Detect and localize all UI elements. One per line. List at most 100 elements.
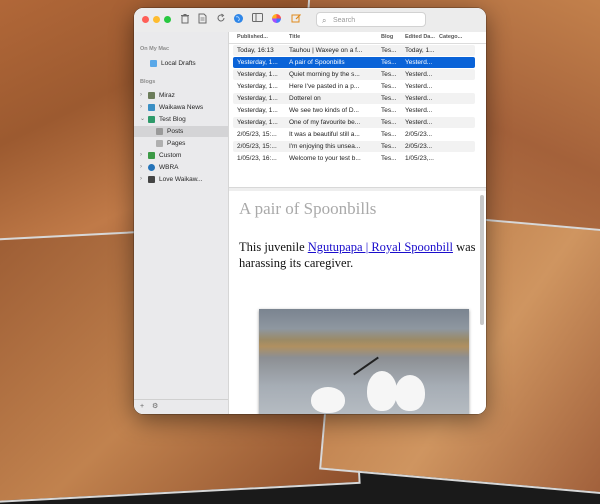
bird-shape <box>395 375 425 411</box>
sidebar-item-posts[interactable]: Posts <box>134 126 228 137</box>
table-row[interactable]: Yesterday, 1... We see two kinds of D... T… <box>233 105 475 116</box>
globe-icon[interactable] <box>232 13 245 26</box>
bird-icon <box>148 176 155 183</box>
cell-title: We see two kinds of D... <box>289 107 359 114</box>
sidebar-bottom-bar: + ⚙︎ <box>134 399 228 414</box>
color-wheel-icon[interactable] <box>270 13 283 26</box>
preview-paragraph: This juvenile Ngutupapa | Royal Spoonbil… <box>239 240 476 270</box>
sidebar-section-blogs: Blogs <box>140 79 156 85</box>
cell-edited: Yesterd... <box>405 59 433 66</box>
bird-shape <box>367 371 397 411</box>
cell-title: Welcome to your test b... <box>289 155 361 162</box>
pages-icon <box>156 140 163 147</box>
column-header-published[interactable]: Published... <box>237 32 268 43</box>
cell-edited: Today, 1... <box>405 47 435 54</box>
cell-edited: 1/05/23,... <box>405 155 434 162</box>
cell-title: Here I've pasted in a p... <box>289 83 360 90</box>
cell-published: Yesterday, 1... <box>237 119 278 126</box>
sidebar-item-local-drafts[interactable]: Local Drafts <box>134 58 228 69</box>
cell-blog: Tes... <box>381 119 397 126</box>
sidebar-item-wbra[interactable]: › WBRA <box>134 162 228 173</box>
preview-scrollbar[interactable] <box>480 195 484 325</box>
cell-blog: Tes... <box>381 95 397 102</box>
table-row[interactable]: Yesterday, 1... Dotterel on Tes... Yesterd.… <box>233 93 475 104</box>
blog-icon <box>148 104 155 111</box>
cell-title: A pair of Spoonbills <box>289 59 345 66</box>
table-row[interactable]: 1/05/23, 16:... Welcome to your test b...… <box>233 153 475 164</box>
compose-icon[interactable] <box>290 13 303 26</box>
sidebar-section-mac: On My Mac <box>140 46 170 52</box>
cell-blog: Tes... <box>381 47 397 54</box>
column-header-title[interactable]: Title <box>289 32 300 43</box>
cell-blog: Tes... <box>381 155 397 162</box>
column-header-category[interactable]: Catego... <box>439 32 462 43</box>
cell-published: Yesterday, 1... <box>237 95 278 102</box>
folder-icon <box>150 60 157 67</box>
cell-edited: Yesterd... <box>405 95 433 102</box>
toolbar: ⌕ Search <box>134 8 486 33</box>
preview-title: A pair of Spoonbills <box>239 199 377 218</box>
list-header: Published... Title Blog Edited Da... Cat… <box>229 32 486 44</box>
cell-published: Today, 16:13 <box>237 47 274 54</box>
chevron-right-icon[interactable]: › <box>140 174 142 185</box>
column-header-edited[interactable]: Edited Da... <box>405 32 435 43</box>
chevron-right-icon[interactable]: › <box>140 150 142 161</box>
cell-title: Quiet morning by the s... <box>289 71 360 78</box>
refresh-icon[interactable] <box>214 13 227 26</box>
cell-blog: Tes... <box>381 131 397 138</box>
cell-blog: Tes... <box>381 107 397 114</box>
cell-published: Yesterday, 1... <box>237 83 278 90</box>
chevron-right-icon[interactable]: › <box>140 90 142 101</box>
zoom-window-button[interactable] <box>164 16 171 23</box>
blog-icon <box>148 116 155 123</box>
sidebar-icon[interactable] <box>251 13 264 26</box>
cell-blog: Tes... <box>381 71 397 78</box>
trash-icon[interactable] <box>178 13 191 26</box>
wordpress-icon <box>148 164 155 171</box>
cell-blog: Tes... <box>381 143 397 150</box>
table-row[interactable]: Yesterday, 1... Here I've pasted in a p..… <box>233 81 475 92</box>
table-row[interactable]: Today, 16:13 Tauhou | Waxeye on a f... Tes… <box>233 45 475 56</box>
cell-published: 1/05/23, 16:... <box>237 155 277 162</box>
blog-icon <box>148 92 155 99</box>
table-row[interactable]: Yesterday, 1... A pair of Spoonbills Tes..… <box>233 57 475 68</box>
add-button[interactable]: + <box>140 400 144 414</box>
sidebar-item-test-blog[interactable]: ⌄ Test Blog <box>134 114 228 125</box>
bird-shape <box>311 387 345 413</box>
gear-icon[interactable]: ⚙︎ <box>152 400 158 414</box>
cell-blog: Tes... <box>381 59 397 66</box>
sidebar-item-waikawa-news[interactable]: › Waikawa News <box>134 102 228 113</box>
sidebar-item-miraz[interactable]: › Miraz <box>134 90 228 101</box>
search-input[interactable]: ⌕ Search <box>316 12 426 27</box>
sidebar: On My Mac Local Drafts Blogs › Miraz › W… <box>134 32 229 414</box>
table-row[interactable]: 2/05/23, 15:... It was a beautiful still … <box>233 129 475 140</box>
cell-published: Yesterday, 1... <box>237 107 278 114</box>
table-row[interactable]: Yesterday, 1... Quiet morning by the s...… <box>233 69 475 80</box>
cell-blog: Tes... <box>381 83 397 90</box>
cell-published: Yesterday, 1... <box>237 71 278 78</box>
document-icon[interactable] <box>196 13 209 26</box>
spoonbill-photo <box>259 309 469 414</box>
chevron-down-icon[interactable]: ⌄ <box>140 114 145 125</box>
cell-edited: Yesterd... <box>405 71 433 78</box>
chevron-right-icon[interactable]: › <box>140 102 142 113</box>
posts-icon <box>156 128 163 135</box>
close-window-button[interactable] <box>142 16 149 23</box>
cell-published: 2/05/23, 15:... <box>237 143 277 150</box>
cell-title: One of my favourite be... <box>289 119 361 126</box>
cell-edited: 2/05/23... <box>405 143 433 150</box>
chevron-right-icon[interactable]: › <box>140 162 142 173</box>
cell-edited: Yesterd... <box>405 119 433 126</box>
sidebar-item-pages[interactable]: Pages <box>134 138 228 149</box>
column-header-blog[interactable]: Blog <box>381 32 393 43</box>
minimize-window-button[interactable] <box>153 16 160 23</box>
table-row[interactable]: 2/05/23, 15:... I'm enjoying this unsea..… <box>233 141 475 152</box>
spoonbill-link[interactable]: Ngutupapa | Royal Spoonbill <box>308 240 453 254</box>
sidebar-item-love-waikawa[interactable]: › Love Waikaw... <box>134 174 228 185</box>
cell-title: It was a beautiful still a... <box>289 131 360 138</box>
post-list: Published... Title Blog Edited Da... Cat… <box>229 32 486 187</box>
search-icon: ⌕ <box>322 16 327 25</box>
cell-published: Yesterday, 1... <box>237 59 278 66</box>
table-row[interactable]: Yesterday, 1... One of my favourite be...… <box>233 117 475 128</box>
sidebar-item-custom[interactable]: › Custom <box>134 150 228 161</box>
